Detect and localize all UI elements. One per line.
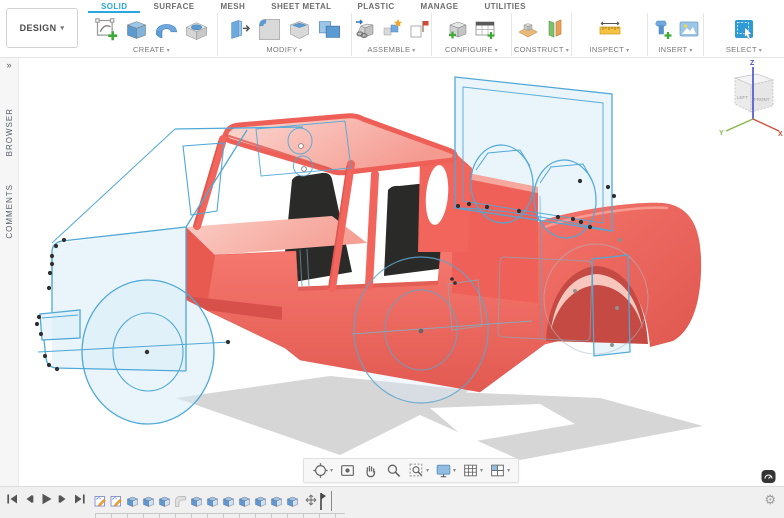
timeline-ruler[interactable]: [95, 513, 345, 518]
group-label-configure[interactable]: CONFIGURE: [445, 45, 498, 54]
joint-icon[interactable]: [380, 17, 404, 41]
group-label-inspect[interactable]: INSPECT: [590, 45, 630, 54]
axis-y-label: Y: [719, 130, 724, 137]
viewcube-face-front: FRONT: [754, 97, 770, 102]
tab-utilities[interactable]: UTILITIES: [471, 0, 538, 13]
timeline-feature-extrude[interactable]: [254, 495, 267, 508]
timeline-position-marker[interactable]: [305, 491, 327, 511]
measure-icon[interactable]: [598, 17, 622, 41]
axis-z-label: Z: [750, 60, 755, 67]
chevron-down-icon[interactable]: ▾: [453, 467, 456, 474]
configuration-icon[interactable]: [446, 17, 470, 41]
insert-fastener-icon[interactable]: [650, 17, 674, 41]
timeline-playback-controls: [4, 491, 88, 507]
press-pull-icon[interactable]: [226, 16, 253, 43]
left-rail: » BROWSER COMMENTS: [0, 57, 19, 486]
step-forward-button[interactable]: [55, 491, 71, 507]
display-settings-icon[interactable]: ▾: [432, 462, 459, 479]
timeline-feature-extrude[interactable]: [222, 495, 235, 508]
expand-panel-icon[interactable]: »: [6, 61, 11, 70]
group-label-create[interactable]: CREATE: [133, 45, 170, 54]
configuration-table-icon[interactable]: [473, 17, 497, 41]
hole-icon[interactable]: [183, 16, 210, 43]
group-label-assemble[interactable]: ASSEMBLE: [367, 45, 415, 54]
zoom-icon[interactable]: [382, 462, 405, 479]
construction-plane-icon[interactable]: [516, 17, 540, 41]
timeline-feature-extrude[interactable]: [158, 495, 171, 508]
timeline-feature-extrude[interactable]: [142, 495, 155, 508]
timeline-end-line: [331, 491, 332, 511]
toolbar-group-configure: CONFIGURE: [432, 13, 512, 56]
step-back-button[interactable]: [21, 491, 37, 507]
assistant-icon[interactable]: [761, 469, 776, 484]
toolbar-group-assemble: ASSEMBLE: [352, 13, 432, 56]
timeline-feature-sketch[interactable]: [110, 495, 123, 508]
timeline-bar: ⚙: [0, 486, 784, 518]
view-navigation-bar: ▾ ▾ ▾ ▾ ▾: [303, 458, 520, 483]
shell-icon[interactable]: [286, 16, 313, 43]
view-cube[interactable]: LEFT FRONT Z Y X: [719, 60, 783, 138]
chevron-down-icon[interactable]: ▾: [330, 467, 333, 474]
toolbar-group-inspect: INSPECT: [572, 13, 648, 56]
joint-origin-icon[interactable]: [407, 17, 431, 41]
create-sketch-icon[interactable]: [93, 16, 120, 43]
timeline-feature-extrude[interactable]: [206, 495, 219, 508]
chevron-down-icon[interactable]: ▾: [480, 467, 483, 474]
group-label-modify[interactable]: MODIFY: [266, 45, 302, 54]
fillet-icon[interactable]: [256, 16, 283, 43]
orbit-icon[interactable]: ▾: [309, 462, 336, 479]
insert-image-icon[interactable]: [677, 17, 701, 41]
timeline-features: [94, 491, 332, 511]
ribbon-tabs: SOLID SURFACE MESH SHEET METAL PLASTIC MANAGE…: [88, 0, 539, 13]
play-button[interactable]: [38, 491, 54, 507]
new-component-icon[interactable]: [353, 17, 377, 41]
timeline-settings-gear-icon[interactable]: ⚙: [764, 493, 776, 506]
tab-solid[interactable]: SOLID: [88, 0, 141, 13]
timeline-feature-extrude[interactable]: [126, 495, 139, 508]
toolbar-group-modify: MODIFY: [218, 13, 352, 56]
go-to-end-button[interactable]: [72, 491, 88, 507]
timeline-feature-sketch[interactable]: [94, 495, 107, 508]
revolve-icon[interactable]: [153, 16, 180, 43]
viewports-icon[interactable]: ▾: [486, 462, 513, 479]
group-label-construct[interactable]: CONSTRUCT: [514, 45, 569, 54]
browser-panel-tab[interactable]: BROWSER: [5, 108, 14, 156]
fit-icon[interactable]: ▾: [405, 462, 432, 479]
comments-panel-tab[interactable]: COMMENTS: [5, 184, 14, 239]
plane-at-angle-icon[interactable]: [543, 17, 567, 41]
fusion360-window: { "app": { "design_label": "DESIGN", "ta…: [0, 0, 784, 518]
ribbon-toolbar: DESIGN SOLIDSURFACEMESHSHEET METALPLASTI…: [0, 0, 784, 58]
tab-mesh[interactable]: MESH: [207, 0, 258, 13]
combine-icon[interactable]: [316, 16, 343, 43]
select-icon[interactable]: [732, 17, 756, 41]
toolbar-group-create: CREATE: [86, 13, 218, 56]
chevron-down-icon[interactable]: ▾: [507, 467, 510, 474]
toolbar-group-construct: CONSTRUCT: [512, 13, 572, 56]
toolbar-group-select: SELECT: [704, 13, 784, 56]
group-label-insert[interactable]: INSERT: [658, 45, 692, 54]
tab-sheet-metal[interactable]: SHEET METAL: [258, 0, 344, 13]
timeline-feature-extrude[interactable]: [238, 495, 251, 508]
ribbon-groups: CREATE MODIFY ASSEMBLE CONFIGURE CONSTRUCT IN…: [86, 13, 784, 56]
timeline-feature-fillet[interactable]: [174, 495, 187, 508]
timeline-feature-extrude[interactable]: [190, 495, 203, 508]
go-to-start-button[interactable]: [4, 491, 20, 507]
tab-plastic[interactable]: PLASTIC: [344, 0, 407, 13]
extrude-icon[interactable]: [123, 16, 150, 43]
look-at-icon[interactable]: [336, 462, 359, 479]
viewcube-face-left: LEFT: [737, 95, 748, 100]
toolbar-group-insert: INSERT: [648, 13, 704, 56]
tab-manage[interactable]: MANAGE: [408, 0, 472, 13]
axis-x-label: X: [778, 131, 783, 138]
timeline-feature-extrude[interactable]: [270, 495, 283, 508]
timeline-feature-extrude[interactable]: [286, 495, 299, 508]
design-menu-button[interactable]: DESIGN: [6, 8, 78, 48]
pan-icon[interactable]: [359, 462, 382, 479]
group-label-select[interactable]: SELECT: [726, 45, 762, 54]
tab-surface[interactable]: SURFACE: [140, 0, 207, 13]
grid-settings-icon[interactable]: ▾: [459, 462, 486, 479]
chevron-down-icon[interactable]: ▾: [426, 467, 429, 474]
viewport-canvas[interactable]: LEFT FRONT Z Y X: [18, 57, 784, 486]
